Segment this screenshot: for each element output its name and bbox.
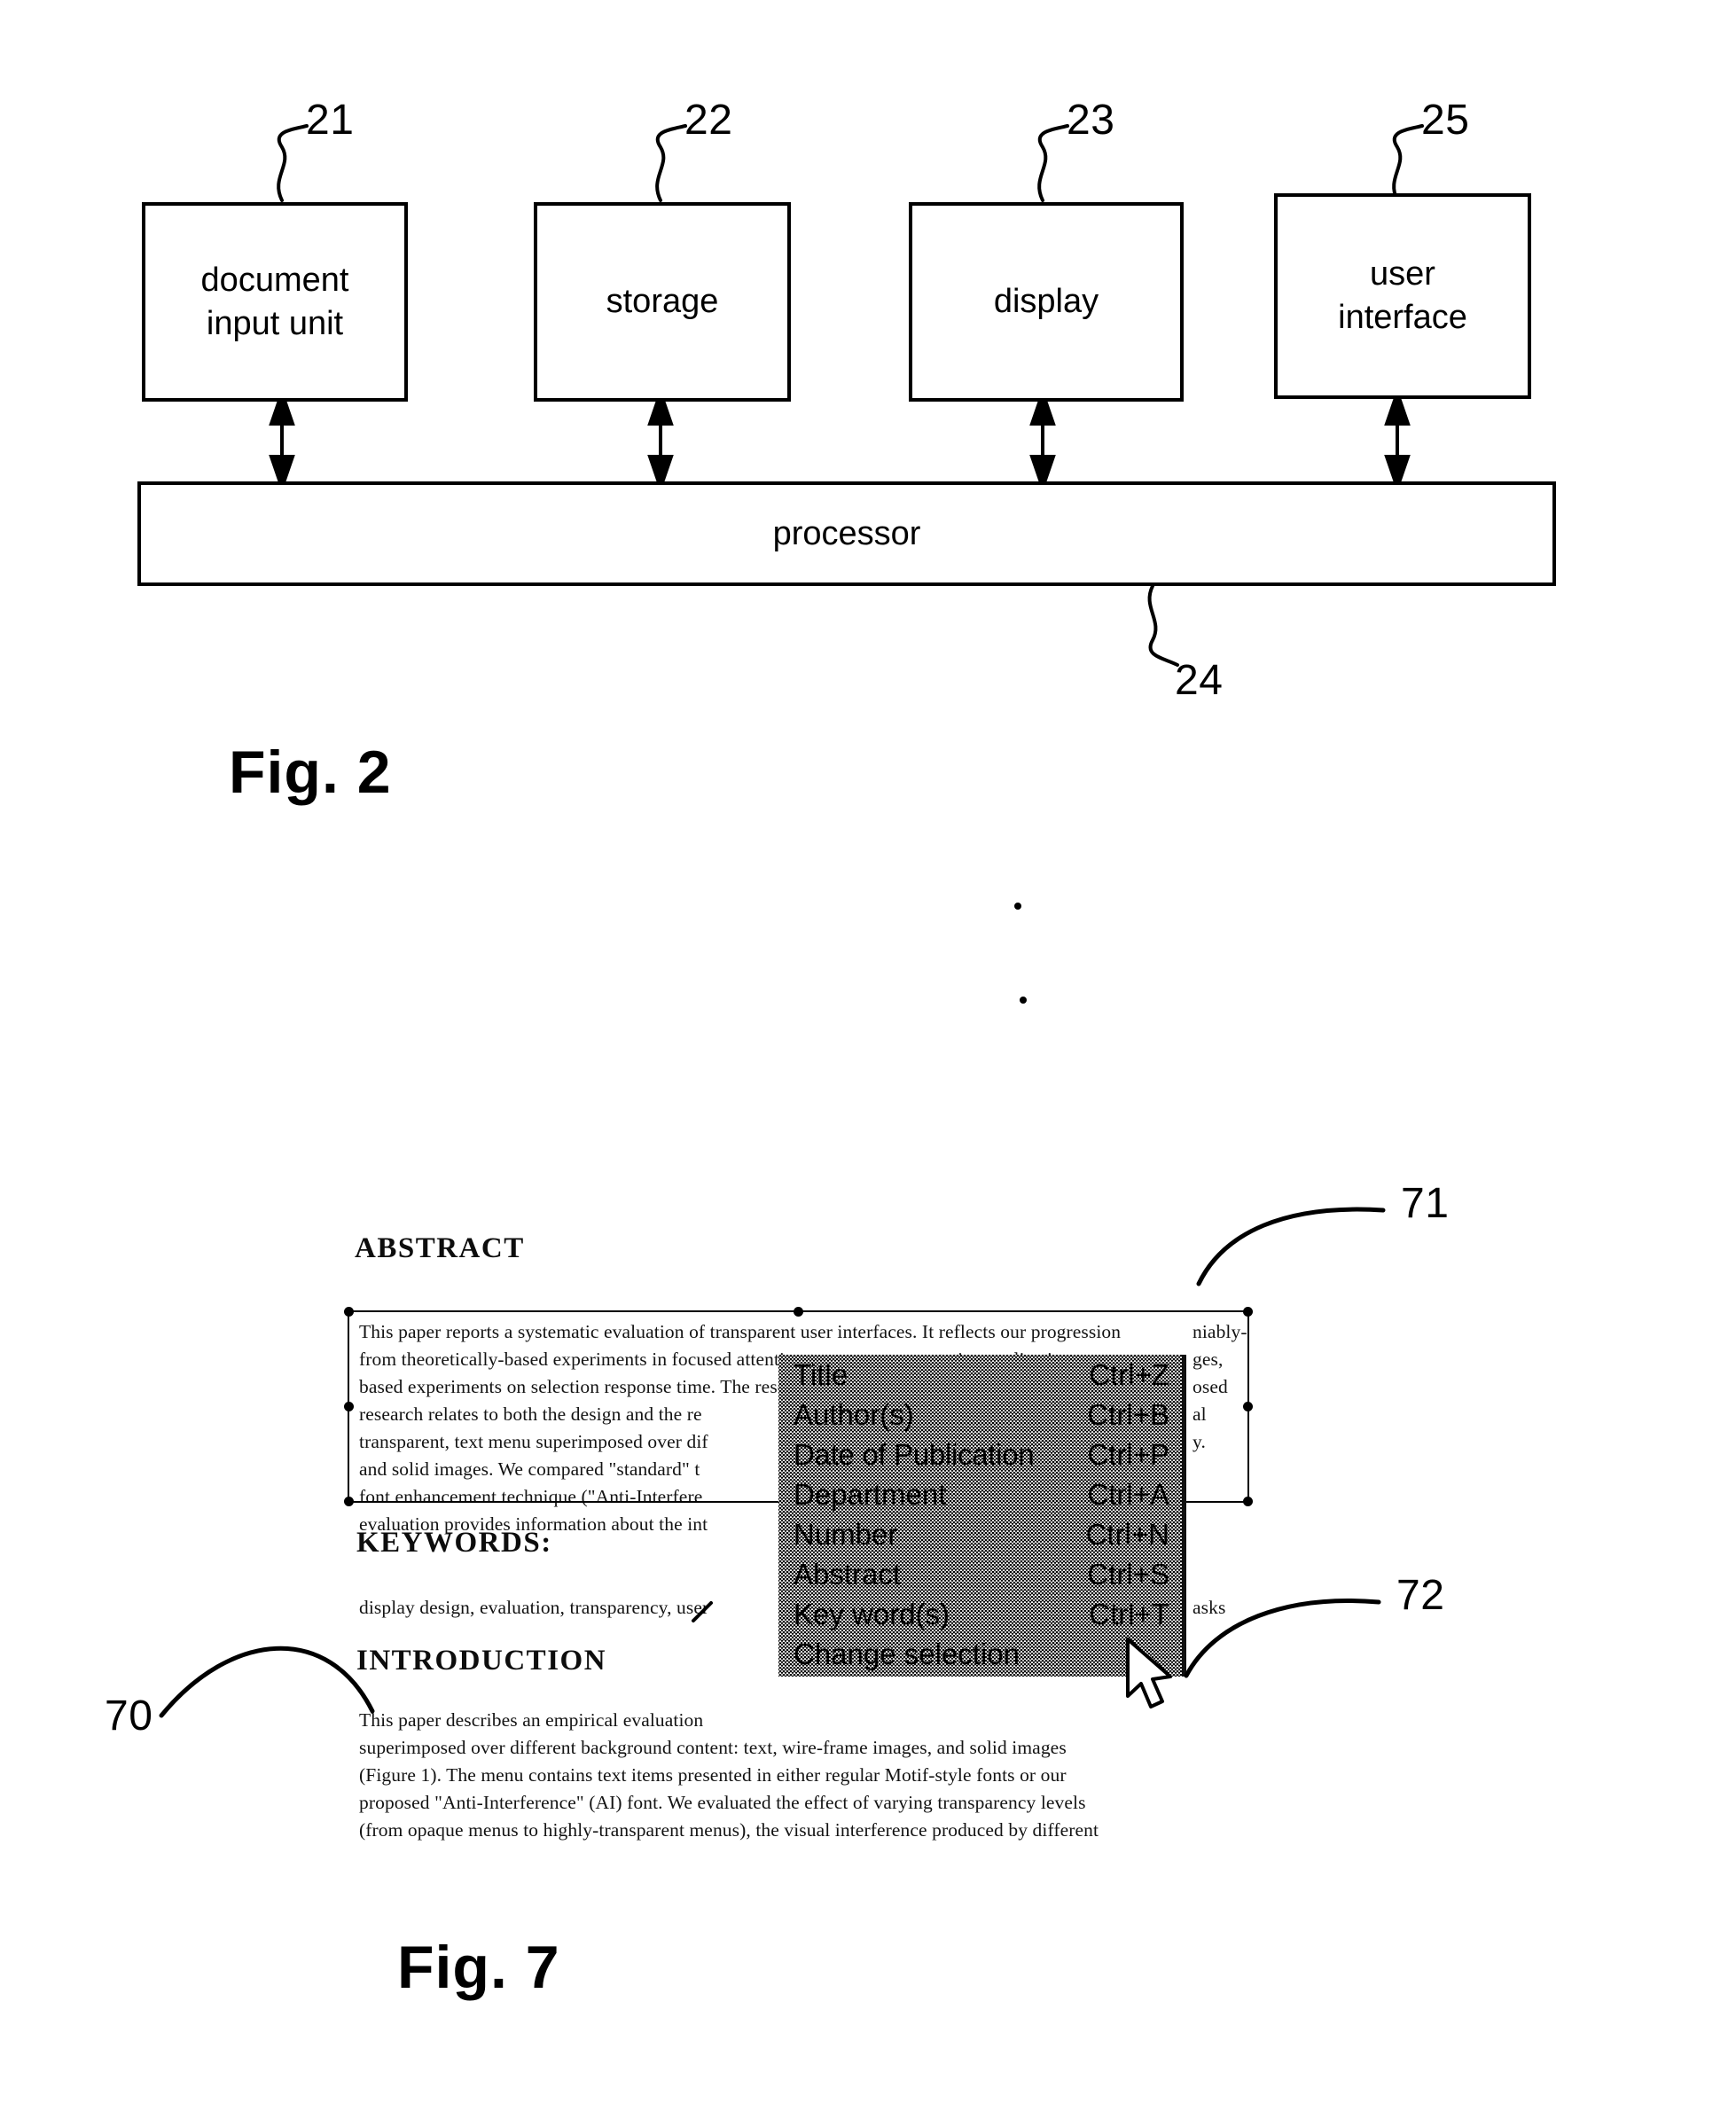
- ref-numeral-70: 70: [105, 1693, 153, 1739]
- leader-tick-mark: [692, 1601, 713, 1622]
- scan-speck: [1020, 997, 1027, 1004]
- figure-7: ABSTRACT This paper reports a systematic…: [0, 0, 1736, 2103]
- leader-line-72: [1184, 1599, 1381, 1678]
- ref-numeral-72: 72: [1396, 1572, 1445, 1619]
- scan-speck: [1014, 903, 1021, 910]
- ref-numeral-71: 71: [1401, 1180, 1450, 1227]
- leader-line-70: [159, 1646, 375, 1718]
- figure-7-leader-lines: [159, 903, 1386, 1718]
- leader-line-71: [1196, 1207, 1386, 1286]
- figure-7-caption: Fig. 7: [397, 1934, 560, 2001]
